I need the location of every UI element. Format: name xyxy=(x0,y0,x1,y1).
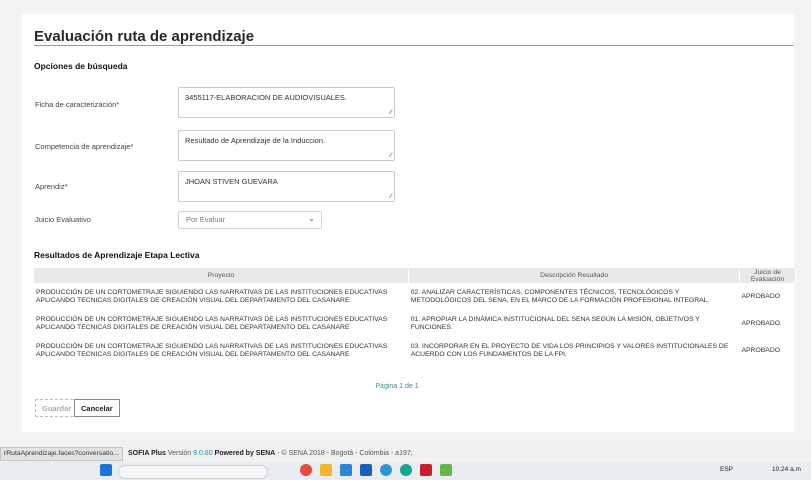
table-row[interactable]: PRODUCCIÓN DE UN CORTOMETRAJE SIGUIENDO … xyxy=(34,337,796,364)
juicio-select[interactable]: Por Evaluar ⌄ xyxy=(178,211,322,229)
cell-proyecto: PRODUCCIÓN DE UN CORTOMETRAJE SIGUIENDO … xyxy=(36,316,388,331)
cell-juicio: APROBADO xyxy=(741,319,781,327)
column-header-descripcion[interactable]: Descripción Resultado xyxy=(408,268,740,283)
clock[interactable]: 10:24 a.m xyxy=(772,466,801,473)
app-icon-green[interactable] xyxy=(440,464,452,476)
taskbar: ESP 10:24 a.m xyxy=(0,462,811,480)
edge-icon[interactable] xyxy=(380,464,392,476)
aprendiz-label: Aprendiz* xyxy=(35,182,68,191)
page-title: Evaluación ruta de aprendizaje xyxy=(34,28,255,45)
aprendiz-field[interactable]: JHOAN STIVEN GUEVARA ⁄⁄ xyxy=(178,171,395,202)
search-options-heading: Opciones de búsqueda xyxy=(34,61,128,71)
footer-brand-name: SOFIA Plus xyxy=(128,450,166,457)
competencia-field[interactable]: Resultado de Aprendizaje de la Induccion… xyxy=(178,130,395,161)
cell-juicio: APROBADO xyxy=(741,292,781,300)
main-panel: Evaluación ruta de aprendizaje Opciones … xyxy=(22,14,797,432)
cell-descripcion: 02. ANALIZAR CARACTERÍSTICAS, COMPONENTE… xyxy=(410,289,710,304)
cell-proyecto: PRODUCCIÓN DE UN CORTOMETRAJE SIGUIENDO … xyxy=(36,289,388,304)
store-icon[interactable] xyxy=(340,464,352,476)
cancel-button[interactable]: Cancelar xyxy=(74,399,120,417)
juicio-selected-value: Por Evaluar xyxy=(186,215,226,224)
footer-version-label: Versión xyxy=(167,450,192,457)
page-background: Evaluación ruta de aprendizaje Opciones … xyxy=(0,0,811,440)
competencia-label: Competencia de aprendizaje* xyxy=(35,142,134,151)
ficha-label: Ficha de caracterización* xyxy=(35,100,120,109)
aprendiz-value: JHOAN STIVEN GUEVARA xyxy=(185,177,278,186)
pagination-label: Página 1 de 1 xyxy=(375,383,419,390)
cell-descripcion: 01. APROPIAR LA DINÁMICA INSTITUCIONAL D… xyxy=(410,316,700,331)
save-button[interactable]: Guardar xyxy=(35,399,79,417)
chrome-icon[interactable] xyxy=(400,464,412,476)
footer-brand: SOFIA Plus Versión 9.0.80 Powered by SEN… xyxy=(128,450,413,457)
language-indicator[interactable]: ESP xyxy=(720,466,733,473)
resize-handle-icon[interactable]: ⁄⁄ xyxy=(390,194,392,200)
chevron-down-icon: ⌄ xyxy=(308,214,315,223)
resize-handle-icon[interactable]: ⁄⁄ xyxy=(390,110,392,116)
browser-icon[interactable] xyxy=(300,464,312,476)
ficha-value: 3455117-ELABORACION DE AUDIOVISUALES. xyxy=(185,93,348,102)
cell-juicio: APROBADO xyxy=(741,346,781,354)
footer-powered: Powered by SENA xyxy=(214,450,276,457)
table-row[interactable]: PRODUCCIÓN DE UN CORTOMETRAJE SIGUIENDO … xyxy=(34,283,796,310)
column-header-proyecto[interactable]: Proyecto xyxy=(34,268,410,283)
column-header-juicio[interactable]: Juicio de Evaluación xyxy=(739,268,797,283)
results-heading: Resultados de Aprendizaje Etapa Lectiva xyxy=(34,250,200,260)
app-icon[interactable] xyxy=(420,464,432,476)
table-header-row: Proyecto Descripción Resultado Juicio de… xyxy=(34,268,797,283)
page-footer: SOFIA Plus Versión 9.0.80 Powered by SEN… xyxy=(0,447,811,461)
ficha-field[interactable]: 3455117-ELABORACION DE AUDIOVISUALES. ⁄⁄ xyxy=(178,87,395,118)
juicio-label: Juicio Evaluativo xyxy=(35,215,91,224)
taskbar-search-box[interactable] xyxy=(118,465,268,479)
folder-icon[interactable] xyxy=(320,464,332,476)
competencia-value: Resultado de Aprendizaje de la Induccion… xyxy=(185,136,326,145)
footer-version[interactable]: 9.0.80 xyxy=(193,450,212,457)
mail-icon[interactable] xyxy=(360,464,372,476)
results-table: Proyecto Descripción Resultado Juicio de… xyxy=(34,268,797,364)
cell-proyecto: PRODUCCIÓN DE UN CORTOMETRAJE SIGUIENDO … xyxy=(36,343,388,358)
table-row[interactable]: PRODUCCIÓN DE UN CORTOMETRAJE SIGUIENDO … xyxy=(34,310,796,337)
status-bar-url: rRutaAprendizaje.faces?conversatio... xyxy=(0,447,123,461)
windows-start-icon[interactable] xyxy=(100,464,112,476)
cell-descripcion: 03. INCORPORAR EN EL PROYECTO DE VIDA LO… xyxy=(410,343,729,358)
title-divider xyxy=(34,45,794,46)
footer-rest: - © SENA 2018 - Bogotá - Colombia - a197… xyxy=(277,450,413,457)
resize-handle-icon[interactable]: ⁄⁄ xyxy=(390,153,392,159)
